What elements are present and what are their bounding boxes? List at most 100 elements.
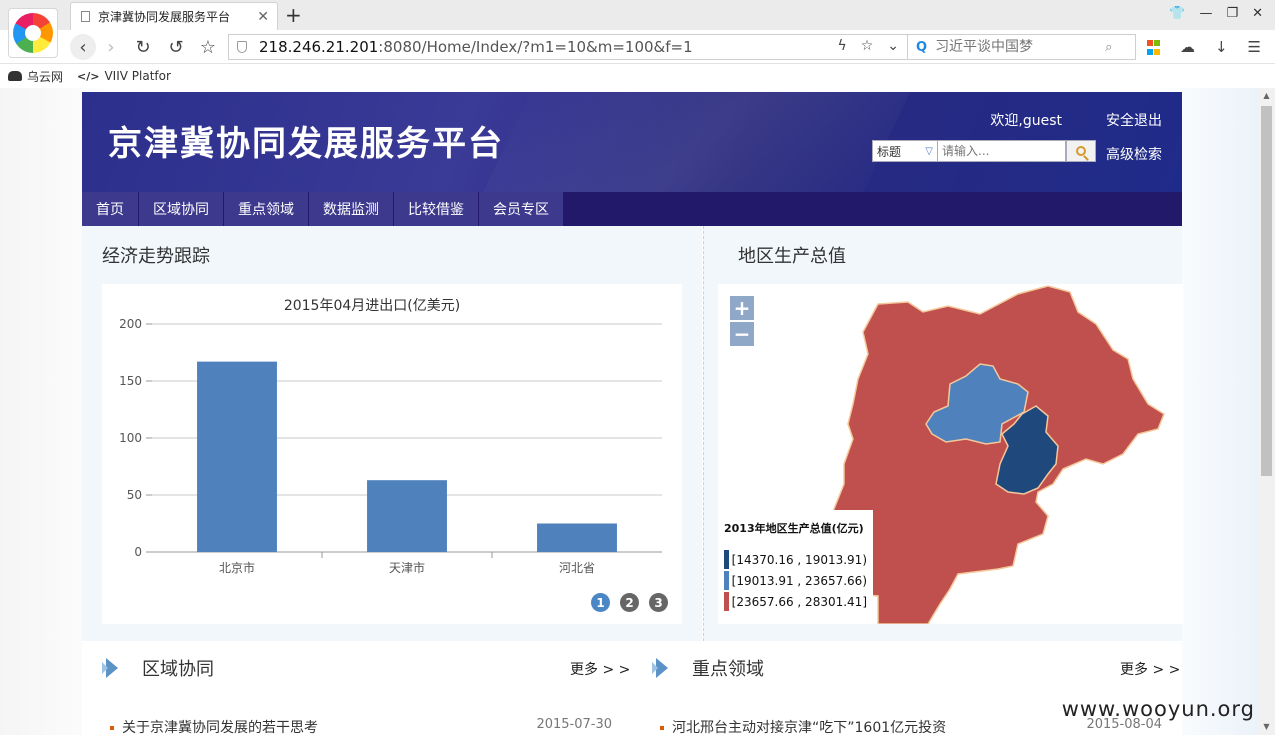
star-icon: ☆ xyxy=(199,36,217,58)
new-tab-button[interactable]: + xyxy=(285,3,302,27)
arrow-icon xyxy=(102,658,118,678)
legend-swatch xyxy=(724,550,729,569)
legend-swatch xyxy=(724,592,729,611)
search-field-select[interactable]: 标题 ▽ xyxy=(872,140,938,162)
legend-label: [19013.91 , 23657.66) xyxy=(731,573,867,588)
map-zoom-in-button[interactable]: + xyxy=(730,296,754,320)
key-fields-more-link[interactable]: 更多 > > xyxy=(1120,659,1180,679)
y-tick-label: 100 xyxy=(119,431,142,445)
key-fields-heading: 重点领域 xyxy=(652,655,764,681)
site-title: 京津冀协同发展服务平台 xyxy=(108,124,504,164)
close-window-icon[interactable]: ✕ xyxy=(1252,6,1263,21)
main-nav: 首页 区域协同 重点领域 数据监测 比较借鉴 会员专区 xyxy=(82,192,1182,226)
legend-item: [23657.66 , 28301.41] xyxy=(724,592,867,611)
browser-search[interactable]: Q ⌕ xyxy=(908,34,1136,60)
logout-link[interactable]: 安全退出 xyxy=(1106,110,1162,130)
economy-section-title: 经济走势跟踪 xyxy=(102,246,210,267)
scroll-up-icon[interactable]: ▲ xyxy=(1258,88,1275,104)
browser-logo-icon xyxy=(13,13,53,53)
bullet-icon xyxy=(110,726,114,730)
legend-label: [23657.66 , 28301.41] xyxy=(731,594,867,609)
news-title: 关于京津冀协同发展的若干思考 xyxy=(122,720,318,735)
news-item[interactable]: 关于京津冀协同发展的若干思考 2015-07-30 xyxy=(110,717,612,735)
code-icon: </> xyxy=(77,69,100,83)
x-category-label: 天津市 xyxy=(389,560,425,575)
forward-button[interactable]: › xyxy=(98,35,124,59)
site-search-button[interactable] xyxy=(1066,140,1096,162)
bookmark-wooyun[interactable]: 乌云网 xyxy=(8,68,63,85)
reload-button[interactable]: ↻ xyxy=(130,35,156,59)
advanced-search-link[interactable]: 高级检索 xyxy=(1106,144,1162,164)
pager-dot-1[interactable]: 1 xyxy=(591,593,610,612)
tab-title: 京津冀协同发展服务平台 xyxy=(98,10,231,24)
nav-home[interactable]: 首页 xyxy=(82,192,139,226)
scroll-down-icon[interactable]: ▼ xyxy=(1258,719,1275,735)
menu-icon[interactable]: ☰ xyxy=(1248,38,1261,56)
site-banner: 京津冀协同发展服务平台 欢迎,guest 安全退出 标题 ▽ 高级检索 xyxy=(82,92,1182,192)
x-category-label: 河北省 xyxy=(559,561,595,575)
download-icon[interactable]: ↓ xyxy=(1215,38,1228,56)
regional-more-link[interactable]: 更多 > > xyxy=(570,659,630,679)
bar-2 xyxy=(367,480,447,552)
nav-key-fields[interactable]: 重点领域 xyxy=(224,192,309,226)
site-search-input[interactable] xyxy=(938,140,1066,162)
banner-decoration xyxy=(455,92,929,192)
nav-members[interactable]: 会员专区 xyxy=(479,192,564,226)
news-title: 河北邢台主动对接京津“吃下”1601亿元投资 xyxy=(672,720,947,735)
search-icon[interactable]: ⌕ xyxy=(1105,40,1112,55)
legend-item: [14370.16 , 19013.91) xyxy=(724,550,867,569)
nav-data-monitoring[interactable]: 数据监测 xyxy=(309,192,394,226)
nav-comparison[interactable]: 比较借鉴 xyxy=(394,192,479,226)
magnifier-icon xyxy=(1076,146,1086,156)
address-tools: ϟ ☆ ⌄ xyxy=(837,38,899,54)
undo-icon: ↺ xyxy=(168,36,184,58)
bookmark-label: VIIV Platfor xyxy=(104,69,171,83)
lightning-icon[interactable]: ϟ xyxy=(837,38,846,54)
forward-arrow-icon: › xyxy=(107,36,115,58)
bookmark-star-icon[interactable]: ☆ xyxy=(861,38,874,54)
bookmark-label: 乌云网 xyxy=(27,69,64,84)
tab-close-icon[interactable]: ✕ xyxy=(257,9,269,25)
y-tick-label: 0 xyxy=(134,545,142,559)
trade-bar-chart: 2015年04月进出口(亿美元) 0 50 100 150 200 北京市 天津市 河北省 xyxy=(119,298,662,575)
map-zoom-out-button[interactable]: − xyxy=(730,322,754,346)
page-icon xyxy=(81,11,90,22)
back-button[interactable]: ‹ xyxy=(70,34,96,60)
legend-swatch xyxy=(724,571,729,590)
apps-icon[interactable] xyxy=(1146,40,1160,56)
nav-regional[interactable]: 区域协同 xyxy=(139,192,224,226)
economy-section: 经济走势跟踪 2015年04月进出口(亿美元) 0 50 100 150 200 北京市 天… xyxy=(82,226,702,641)
legend-title: 2013年地区生产总值(亿元) xyxy=(724,522,864,535)
reload-icon: ↻ xyxy=(135,36,151,58)
cloud-icon[interactable]: ☁ xyxy=(1180,38,1195,56)
arrow-icon xyxy=(652,658,668,678)
y-tick-label: 50 xyxy=(127,488,142,502)
browser-search-input[interactable] xyxy=(935,39,1106,55)
favorite-button[interactable]: ☆ xyxy=(195,35,221,59)
watermark-text: www.wooyun.org xyxy=(1061,697,1255,721)
y-tick-label: 150 xyxy=(119,374,142,388)
browser-tab[interactable]: 京津冀协同发展服务平台 ✕ xyxy=(70,2,278,30)
url-host: 218.246.21.201 xyxy=(259,38,379,56)
key-fields-heading-text: 重点领域 xyxy=(692,659,764,680)
maximize-icon[interactable]: ❐ xyxy=(1226,6,1238,21)
chevron-down-icon[interactable]: ⌄ xyxy=(887,38,899,54)
skin-icon[interactable]: 👕 xyxy=(1169,6,1185,21)
welcome-text: 欢迎,guest xyxy=(990,113,1062,129)
regional-heading-text: 区域协同 xyxy=(142,659,214,680)
undo-button[interactable]: ↺ xyxy=(163,35,189,59)
page-scrollbar[interactable]: ▲ ▼ xyxy=(1258,88,1275,735)
map-region-hebei[interactable] xyxy=(827,285,1165,624)
bar-1 xyxy=(197,361,277,552)
bookmark-viiv[interactable]: </> VIIV Platfor xyxy=(77,69,171,83)
minimize-icon[interactable]: — xyxy=(1199,6,1212,21)
pager-dot-2[interactable]: 2 xyxy=(620,593,639,612)
chart-title: 2015年04月进出口(亿美元) xyxy=(284,298,460,314)
address-bar[interactable]: 218.246.21.201:8080/Home/Index/?m1=10&m=… xyxy=(228,34,908,60)
chevron-down-icon: ▽ xyxy=(925,145,933,157)
search-select-value: 标题 xyxy=(877,144,902,159)
search-engine-icon: Q xyxy=(916,39,928,55)
browser-logo[interactable] xyxy=(8,8,58,58)
scroll-thumb[interactable] xyxy=(1261,106,1272,476)
pager-dot-3[interactable]: 3 xyxy=(649,593,668,612)
